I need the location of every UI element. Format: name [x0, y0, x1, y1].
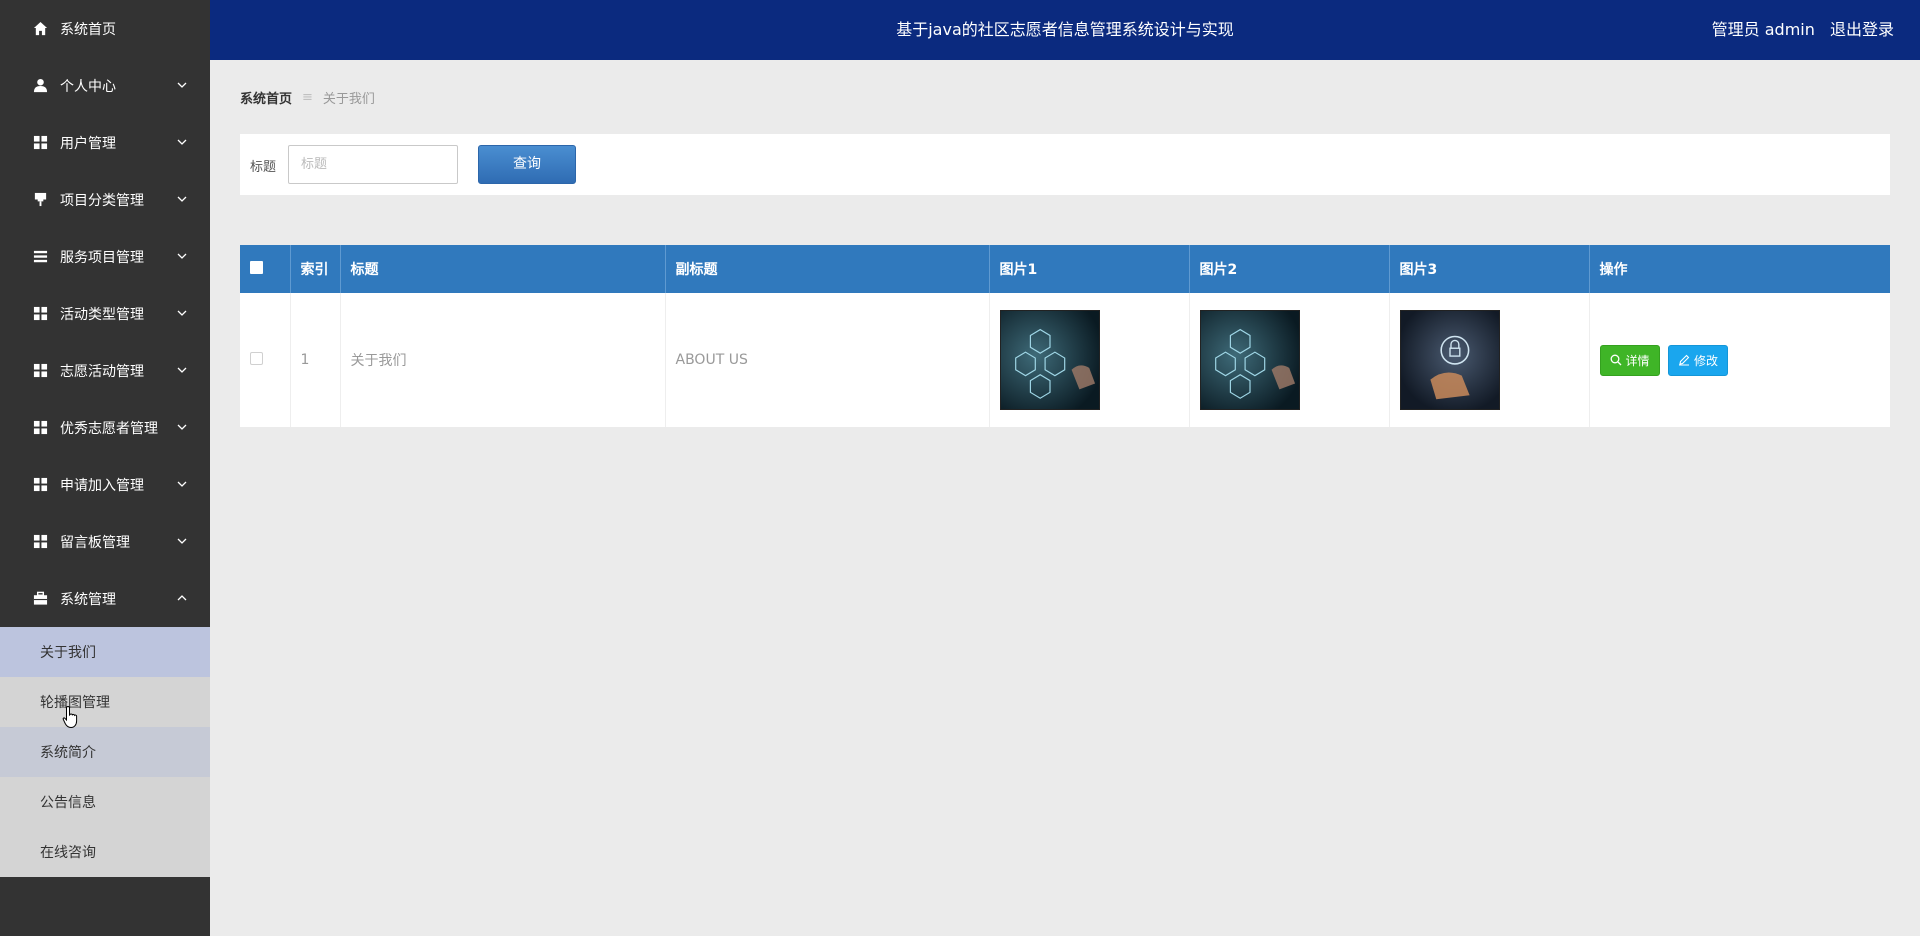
chevron-down-icon	[177, 310, 187, 316]
row-select-cell[interactable]	[240, 293, 291, 427]
briefcase-icon	[32, 591, 48, 607]
submenu-item-system-intro[interactable]: 系统简介	[0, 727, 210, 777]
submenu-item-about-us[interactable]: 关于我们	[0, 627, 210, 677]
edit-icon	[1678, 354, 1690, 366]
system-submenu: 关于我们 轮播图管理 系统简介 公告信息 在线咨询	[0, 627, 210, 877]
search-title-input[interactable]	[288, 145, 458, 184]
row-actions-cell: 详情 修改	[1589, 293, 1890, 427]
chevron-down-icon	[177, 253, 187, 259]
breadcrumb-separator: ≡	[302, 90, 313, 105]
table-header-row: 索引 标题 副标题 图片1 图片2 图片3 操作	[240, 245, 1890, 293]
chevron-down-icon	[177, 538, 187, 544]
chevron-down-icon	[177, 367, 187, 373]
sidebar-item-label: 申请加入管理	[60, 477, 144, 494]
grid-icon	[32, 135, 48, 151]
sidebar-item-home[interactable]: 系统首页	[0, 0, 210, 57]
search-icon	[1610, 354, 1621, 366]
query-button[interactable]: 查询	[478, 145, 576, 184]
select-all-checkbox[interactable]	[250, 260, 263, 274]
list-icon	[32, 249, 48, 265]
detail-button[interactable]: 详情	[1599, 344, 1660, 376]
sidebar-item-label: 活动类型管理	[60, 306, 144, 323]
user-icon	[32, 78, 48, 94]
row-index: 1	[290, 293, 341, 427]
sidebar-item-project-category[interactable]: 项目分类管理	[0, 171, 210, 228]
user-area: 管理员 admin 退出登录	[1702, 0, 1894, 60]
grid-icon	[32, 420, 48, 436]
search-panel: 标题 查询	[240, 134, 1890, 195]
sidebar-item-personal-center[interactable]: 个人中心	[0, 57, 210, 114]
grid-icon	[32, 477, 48, 493]
sidebar-item-user-management[interactable]: 用户管理	[0, 114, 210, 171]
chevron-down-icon	[177, 196, 187, 202]
page-title: 基于java的社区志愿者信息管理系统设计与实现	[896, 20, 1234, 39]
column-header-index: 索引	[290, 245, 341, 293]
breadcrumb-home[interactable]: 系统首页	[240, 88, 292, 107]
search-title-label: 标题	[250, 160, 277, 175]
row-image1-cell	[989, 293, 1190, 427]
column-header-image3: 图片3	[1389, 245, 1590, 293]
column-header-image1: 图片1	[989, 245, 1190, 293]
sidebar-item-label: 个人中心	[60, 78, 116, 95]
image1-thumbnail[interactable]	[999, 310, 1100, 410]
sidebar-item-label: 用户管理	[60, 135, 116, 152]
image2-thumbnail[interactable]	[1199, 310, 1300, 410]
sidebar-item-label: 优秀志愿者管理	[60, 420, 158, 437]
row-image2-cell	[1189, 293, 1390, 427]
column-header-subtitle: 副标题	[665, 245, 990, 293]
sidebar-item-label: 系统首页	[60, 21, 116, 38]
select-all-cell[interactable]	[240, 245, 291, 293]
sidebar-item-label: 项目分类管理	[60, 192, 144, 209]
image3-thumbnail[interactable]	[1399, 310, 1500, 410]
detail-button-label: 详情	[1625, 353, 1650, 368]
sidebar-item-service-project[interactable]: 服务项目管理	[0, 228, 210, 285]
grid-icon	[32, 363, 48, 379]
sidebar-item-system-management[interactable]: 系统管理	[0, 570, 210, 627]
chevron-up-icon	[177, 594, 187, 600]
row-subtitle: ABOUT US	[665, 293, 990, 427]
edit-button-label: 修改	[1693, 353, 1718, 368]
table-row: 1 关于我们 ABOUT US 详情 修改	[240, 293, 1890, 427]
top-header: 基于java的社区志愿者信息管理系统设计与实现 管理员 admin 退出登录	[210, 0, 1920, 60]
grid-icon	[32, 534, 48, 550]
pin-icon	[32, 192, 48, 208]
sidebar-item-excellent-volunteer[interactable]: 优秀志愿者管理	[0, 399, 210, 456]
submenu-item-carousel[interactable]: 轮播图管理	[0, 677, 210, 727]
logout-link[interactable]: 退出登录	[1830, 20, 1894, 39]
sidebar-item-volunteer-activity[interactable]: 志愿活动管理	[0, 342, 210, 399]
column-header-image2: 图片2	[1189, 245, 1390, 293]
sidebar-item-label: 留言板管理	[60, 534, 130, 551]
home-icon	[32, 21, 48, 37]
row-title: 关于我们	[340, 293, 666, 427]
grid-icon	[32, 306, 48, 322]
chevron-down-icon	[177, 82, 187, 88]
current-user: 管理员 admin	[1711, 20, 1815, 39]
sidebar: 系统首页 个人中心 用户管理 项目分类管理 服务项目管理 活动类型管理 志愿活动…	[0, 0, 210, 936]
breadcrumb: 系统首页 ≡ 关于我们	[240, 88, 375, 107]
edit-button[interactable]: 修改	[1667, 344, 1728, 376]
chevron-down-icon	[177, 424, 187, 430]
sidebar-item-label: 服务项目管理	[60, 249, 144, 266]
chevron-down-icon	[177, 481, 187, 487]
column-header-title: 标题	[340, 245, 666, 293]
hand-cursor-icon	[62, 705, 78, 729]
row-image3-cell	[1389, 293, 1590, 427]
chevron-down-icon	[177, 139, 187, 145]
sidebar-item-activity-type[interactable]: 活动类型管理	[0, 285, 210, 342]
sidebar-item-join-application[interactable]: 申请加入管理	[0, 456, 210, 513]
row-checkbox[interactable]	[250, 351, 263, 365]
column-header-actions: 操作	[1599, 262, 1628, 278]
sidebar-item-message-board[interactable]: 留言板管理	[0, 513, 210, 570]
submenu-item-online-consult[interactable]: 在线咨询	[0, 827, 210, 877]
breadcrumb-current: 关于我们	[322, 92, 375, 107]
data-table: 索引 标题 副标题 图片1 图片2 图片3 操作 1 关于我们 ABOUT US	[240, 245, 1890, 427]
submenu-item-announcement[interactable]: 公告信息	[0, 777, 210, 827]
sidebar-item-label: 系统管理	[60, 591, 116, 608]
sidebar-item-label: 志愿活动管理	[60, 363, 144, 380]
